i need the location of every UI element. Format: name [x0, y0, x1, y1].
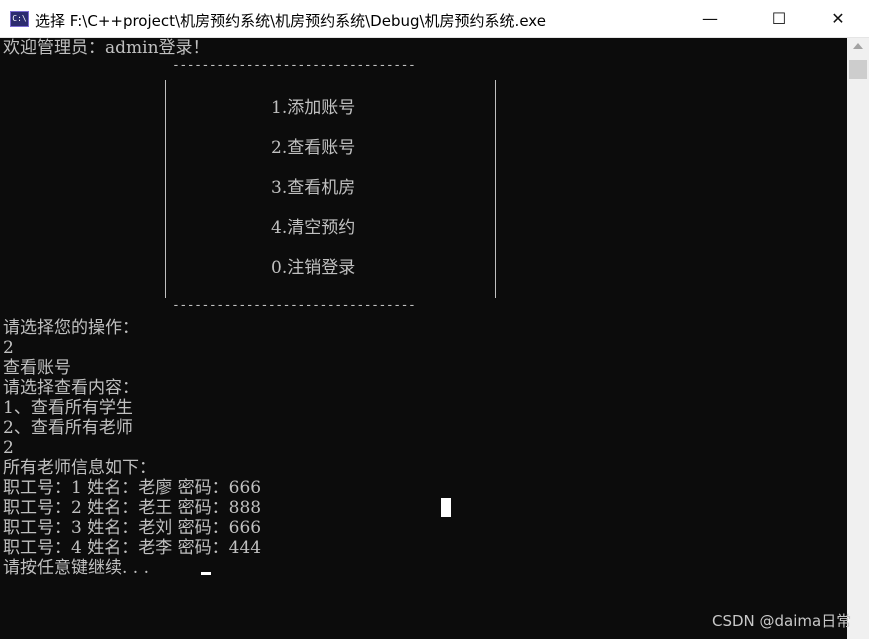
teacher-record-line: 职工号：1 姓名：老廖 密码：666 — [3, 478, 262, 498]
menu-left-border — [165, 80, 166, 298]
console-app-icon: C:\ — [10, 11, 29, 27]
menu-item-view-accounts: 2.查看账号 — [271, 138, 356, 158]
output-header: 所有老师信息如下： — [3, 458, 156, 478]
menu-right-border — [495, 80, 496, 298]
teacher-record-line: 职工号：3 姓名：老刘 密码：666 — [3, 518, 262, 538]
prompt-select-operation: 请选择您的操作： — [3, 318, 139, 338]
mouse-text-cursor — [441, 498, 451, 517]
menu-top-border: --------------------------------- — [172, 58, 416, 73]
watermark-text: CSDN @daima日常 — [712, 612, 852, 630]
console-caret — [201, 572, 211, 575]
press-any-key-prompt: 请按任意键继续. . . — [3, 558, 150, 578]
close-button[interactable]: ✕ — [815, 0, 861, 38]
user-input-line: 2 — [3, 338, 14, 358]
option-line: 2、查看所有老师 — [3, 418, 133, 438]
console-output-area[interactable]: 欢迎管理员：admin登录！ -------------------------… — [0, 38, 847, 639]
vertical-scrollbar[interactable] — [847, 38, 869, 639]
minimize-button[interactable]: — — [687, 0, 733, 38]
teacher-record-line: 职工号：2 姓名：老王 密码：888 — [3, 498, 262, 518]
menu-item-add-account: 1.添加账号 — [271, 98, 356, 118]
option-line: 1、查看所有学生 — [3, 398, 133, 418]
welcome-text: 欢迎管理员：admin登录！ — [3, 38, 210, 58]
prompt-select-view: 请选择查看内容： — [3, 378, 139, 398]
menu-item-clear-reservations: 4.清空预约 — [271, 218, 356, 238]
maximize-button[interactable]: ☐ — [756, 0, 802, 38]
scrollbar-thumb[interactable] — [849, 60, 867, 79]
menu-bottom-border: --------------------------------- — [172, 298, 416, 313]
window-titlebar[interactable]: C:\ 选择 F:\C++project\机房预约系统\机房预约系统\Debug… — [0, 0, 869, 38]
scroll-up-arrow-icon[interactable] — [853, 43, 863, 49]
teacher-record-line: 职工号：4 姓名：老李 密码：444 — [3, 538, 262, 558]
window-title: 选择 F:\C++project\机房预约系统\机房预约系统\Debug\机房预… — [35, 12, 546, 30]
menu-item-view-rooms: 3.查看机房 — [271, 178, 356, 198]
output-line: 查看账号 — [3, 358, 71, 378]
menu-item-logout: 0.注销登录 — [271, 258, 356, 278]
user-input-line: 2 — [3, 438, 14, 458]
